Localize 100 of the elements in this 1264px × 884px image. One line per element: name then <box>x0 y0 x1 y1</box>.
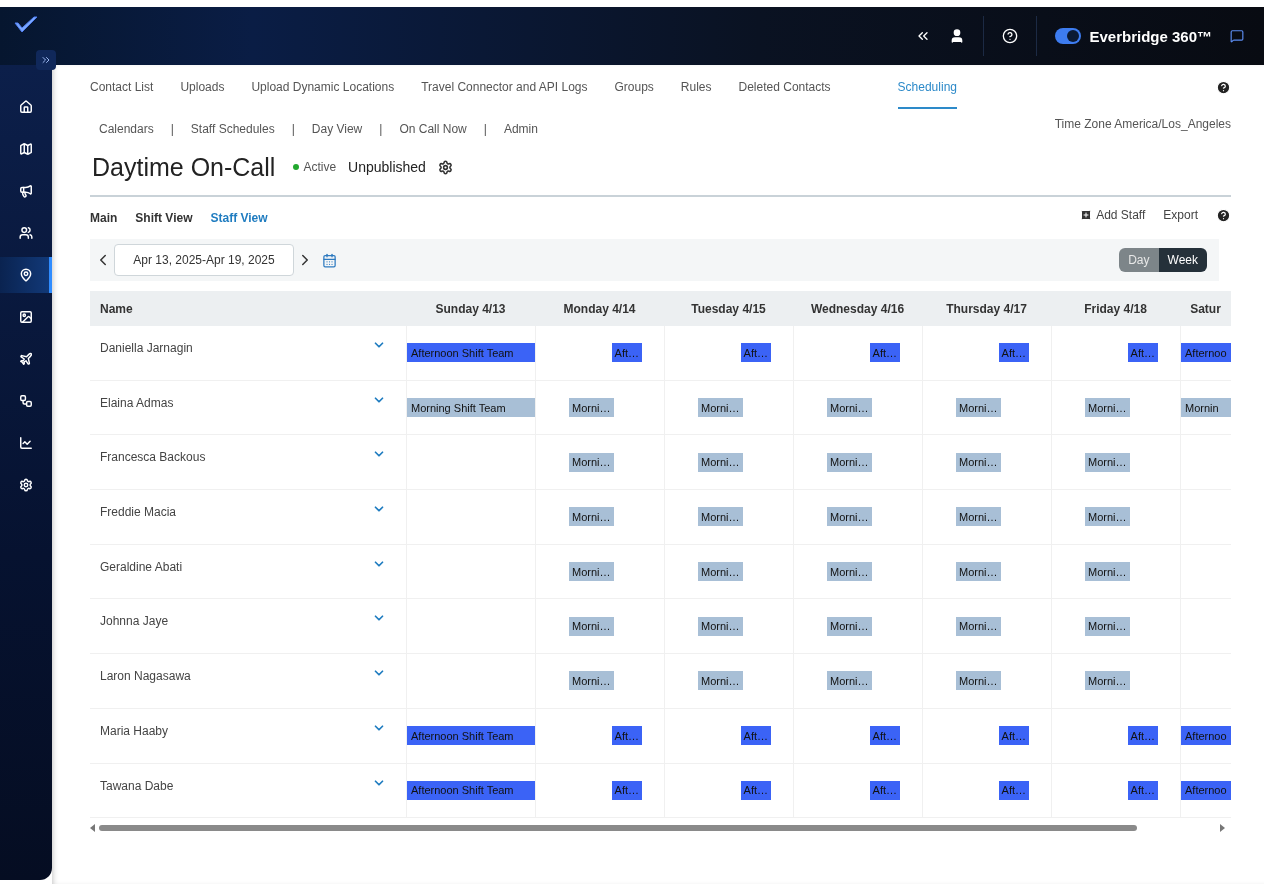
subnav-link[interactable]: On Call Now <box>399 122 467 136</box>
shift-event[interactable]: Aft… <box>1127 726 1158 746</box>
export-button[interactable]: Export <box>1163 208 1198 222</box>
shift-event[interactable]: Afternoo <box>1181 780 1231 800</box>
shift-event[interactable]: Aft… <box>1127 780 1158 800</box>
shift-event[interactable]: Aft… <box>740 726 771 746</box>
shift-event[interactable]: Morni… <box>698 398 743 418</box>
help-icon[interactable] <box>1216 79 1231 95</box>
time-zone-label: Time Zone America/Los_Angeles <box>1054 117 1231 131</box>
shift-event[interactable]: Aft… <box>1127 343 1158 363</box>
nav-tab[interactable]: Scheduling <box>897 65 957 109</box>
shift-event[interactable]: Aft… <box>869 726 900 746</box>
shift-event[interactable]: Aft… <box>998 726 1029 746</box>
view-tab[interactable]: Staff View <box>210 211 268 225</box>
range-mode-button[interactable]: Week <box>1158 248 1207 272</box>
shift-event[interactable]: Morni… <box>827 616 872 636</box>
page-title: Daytime On-Call <box>92 152 276 182</box>
sidebar-item[interactable] <box>0 257 52 293</box>
nav-tab[interactable]: Deleted Contacts <box>738 65 831 109</box>
separator: | <box>170 122 174 136</box>
shift-event[interactable]: Afternoo <box>1181 343 1231 363</box>
nav-tab[interactable]: Rules <box>680 65 712 109</box>
shift-event[interactable]: Morni… <box>1085 398 1130 418</box>
subnav-link[interactable]: Calendars <box>99 122 154 136</box>
shift-event[interactable]: Morni… <box>698 507 743 527</box>
shift-event[interactable]: Afternoo <box>1181 726 1231 746</box>
shift-event[interactable]: Aft… <box>611 780 642 800</box>
shift-event[interactable]: Morni… <box>956 671 1001 691</box>
shift-event[interactable]: Morni… <box>827 452 872 472</box>
nav-tab[interactable]: Contact List <box>90 65 154 109</box>
expand-sidebar-button[interactable] <box>36 50 56 70</box>
shift-event[interactable]: Morni… <box>827 562 872 582</box>
subnav-link[interactable]: Day View <box>311 122 363 136</box>
shift-event[interactable]: Morni… <box>569 616 614 636</box>
calendar-icon <box>322 252 337 268</box>
shift-event[interactable]: Morni… <box>569 452 614 472</box>
shift-event[interactable]: Mornin <box>1181 398 1231 418</box>
shift-event[interactable]: Aft… <box>611 343 642 363</box>
subnav-link[interactable]: Staff Schedules <box>190 122 275 136</box>
nav-tab[interactable]: Travel Connector and API Logs <box>421 65 588 109</box>
shift-event[interactable]: Morni… <box>827 671 872 691</box>
shift-event[interactable]: Afternoon Shift Team <box>407 780 535 800</box>
chat-icon[interactable] <box>1230 29 1244 43</box>
shift-event[interactable]: Afternoon Shift Team <box>407 726 535 746</box>
shift-event[interactable]: Aft… <box>998 780 1029 800</box>
nav-tab[interactable]: Groups <box>614 65 654 109</box>
shift-event[interactable]: Aft… <box>740 343 771 363</box>
view-tab[interactable]: Shift View <box>135 211 193 225</box>
scrollbar-thumb[interactable] <box>99 825 1137 832</box>
shift-event[interactable]: Aft… <box>869 343 900 363</box>
shift-event[interactable]: Morni… <box>698 562 743 582</box>
toggle-switch[interactable] <box>1055 28 1082 44</box>
shift-event[interactable]: Aft… <box>611 726 642 746</box>
calendar-button[interactable] <box>322 252 337 268</box>
shift-event[interactable]: Aft… <box>998 343 1029 363</box>
help-icon[interactable] <box>1216 207 1231 223</box>
scroll-right-icon[interactable] <box>1220 824 1225 833</box>
shift-event[interactable]: Morni… <box>956 398 1001 418</box>
staff-name: Maria Haaby <box>100 723 169 738</box>
shift-event[interactable]: Morni… <box>569 507 614 527</box>
shift-event[interactable]: Morni… <box>569 671 614 691</box>
shift-event[interactable]: Morni… <box>956 616 1001 636</box>
settings-icon[interactable] <box>437 159 453 175</box>
shift-event[interactable]: Morni… <box>569 398 614 418</box>
date-range-field[interactable]: Apr 13, 2025-Apr 19, 2025 <box>114 244 294 276</box>
sidebar-icon <box>19 436 33 450</box>
scroll-left-icon[interactable] <box>90 824 95 833</box>
nav-tab[interactable]: Uploads <box>180 65 225 109</box>
column-header: Wednesday 4/16 <box>810 301 905 316</box>
shift-event[interactable]: Morni… <box>827 398 872 418</box>
staff-name: Francesca Backous <box>100 450 206 465</box>
shift-event[interactable]: Morni… <box>956 452 1001 472</box>
staff-name: Laron Nagasawa <box>100 669 191 684</box>
shift-event[interactable]: Morni… <box>698 671 743 691</box>
add-staff-button[interactable]: Add Staff <box>1080 208 1146 222</box>
nav-tab[interactable]: Upload Dynamic Locations <box>251 65 395 109</box>
shift-event[interactable]: Morni… <box>1085 562 1130 582</box>
logo-icon <box>13 15 39 35</box>
view-tab[interactable]: Main <box>90 211 118 225</box>
subnav-link[interactable]: Admin <box>503 122 538 136</box>
shift-event[interactable]: Aft… <box>869 780 900 800</box>
sidebar-icon <box>19 142 33 156</box>
publish-state: Unpublished <box>348 159 426 175</box>
shift-event[interactable]: Morni… <box>1085 616 1130 636</box>
shift-event[interactable]: Morni… <box>698 452 743 472</box>
shift-event[interactable]: Morni… <box>827 507 872 527</box>
staff-name: Daniella Jarnagin <box>100 341 193 355</box>
shift-event[interactable]: Morni… <box>956 562 1001 582</box>
column-header: Name <box>100 301 133 316</box>
shift-event[interactable]: Morni… <box>956 507 1001 527</box>
sidebar-icon <box>19 184 33 198</box>
shift-event[interactable]: Afternoon Shift Team <box>407 343 535 363</box>
shift-event[interactable]: Morning Shift Team <box>407 398 535 418</box>
shift-event[interactable]: Morni… <box>1085 507 1130 527</box>
shift-event[interactable]: Morni… <box>1085 452 1130 472</box>
shift-event[interactable]: Aft… <box>740 780 771 800</box>
help-icon[interactable] <box>1002 28 1019 44</box>
shift-event[interactable]: Morni… <box>569 562 614 582</box>
shift-event[interactable]: Morni… <box>1085 671 1130 691</box>
shift-event[interactable]: Morni… <box>698 616 743 636</box>
